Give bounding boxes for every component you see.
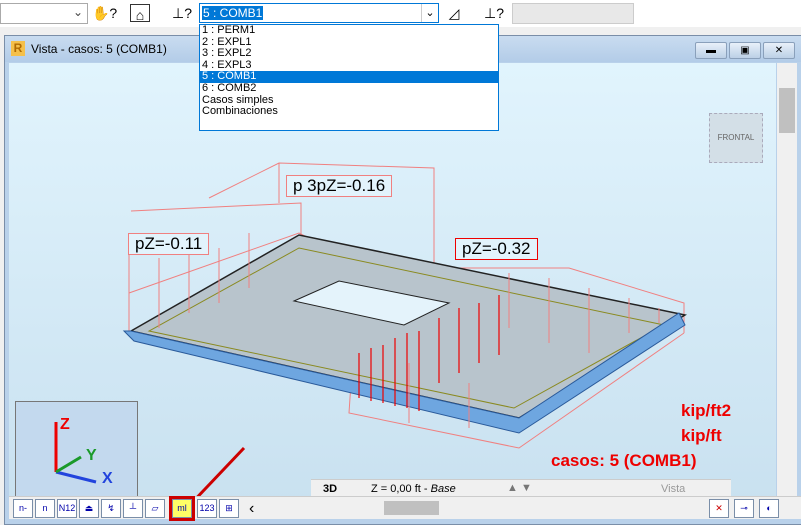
tab-3d[interactable]: 3D (323, 483, 337, 495)
tool-button[interactable]: n- (13, 499, 33, 518)
minimize-button[interactable]: ▬ (695, 42, 727, 59)
close-button[interactable]: ✕ (763, 42, 795, 59)
chevron-down-icon[interactable]: ⌄ (421, 4, 438, 22)
disable-icon[interactable]: ✕ (709, 499, 729, 518)
horizontal-scrollbar[interactable]: ‹› (249, 500, 719, 517)
vertical-scrollbar[interactable] (777, 63, 797, 503)
tool-button[interactable]: ↯ (101, 499, 121, 518)
link-icon[interactable]: ⊸ (734, 499, 754, 518)
case-select[interactable]: 5 : COMB1 ⌄ (199, 3, 439, 23)
combo-box[interactable]: ⌄ (0, 3, 88, 24)
bottom-toolbar: n- n N12 ⏏ ↯ ┴ ▱ ml 123 ⊞ ‹› ✕ ⊸ ◐ (9, 496, 801, 521)
view-icon[interactable]: ⌂ (130, 4, 150, 23)
load-label: p 3pZ=-0.16 (286, 175, 393, 197)
app-logo: R (11, 41, 25, 56)
window-title: Vista - casos: 5 (COMB1) (31, 42, 167, 56)
axes-indicator: Z Y X (15, 401, 138, 497)
area-load-unit: kip/ft2 (681, 401, 732, 420)
tool-button[interactable]: ┴ (123, 499, 143, 518)
tool-button[interactable]: ⊞ (219, 499, 239, 518)
chevron-down-icon: ⌄ (72, 5, 83, 19)
load-label: pZ=-0.11 (128, 233, 210, 255)
load-help2-icon[interactable]: ⊥? (482, 3, 506, 23)
scroll-up-button[interactable]: ▲ ▼ (507, 482, 532, 494)
maximize-button[interactable]: ▣ (729, 42, 761, 59)
list-item[interactable]: Combinaciones (200, 106, 498, 118)
tool-button[interactable]: ⏏ (79, 499, 99, 518)
view-cube[interactable]: FRONTAL (709, 113, 763, 163)
list-item[interactable]: 6 : COMB2 (200, 82, 498, 95)
disabled-combo (512, 3, 634, 24)
tool-button[interactable]: ▱ (145, 499, 165, 518)
tool-button[interactable]: 123 (197, 499, 217, 518)
load-help-icon[interactable]: ⊥? (170, 3, 194, 23)
tool-button-highlighted[interactable]: ml (169, 496, 195, 521)
render-icon[interactable]: ◐ (759, 499, 779, 518)
line-load-unit: kip/ft (681, 426, 722, 445)
list-item[interactable]: 1 : PERM1 (200, 24, 498, 37)
load-label: pZ=-0.32 (455, 238, 538, 260)
case-dropdown-list: 1 : PERM1 2 : EXPL1 3 : EXPL2 4 : EXPL3 … (199, 24, 499, 131)
load-chart-icon[interactable]: ◿ (442, 3, 466, 23)
cases-label: casos: 5 (COMB1) (551, 451, 697, 470)
tool-button[interactable]: N12 (57, 499, 77, 518)
x-axis-label: X (102, 470, 113, 487)
hand-help-icon[interactable]: ✋? (92, 3, 117, 23)
y-axis-label: Y (86, 447, 97, 464)
z-axis-label: Z (60, 416, 70, 433)
top-toolbar: ⌄ ✋? ⌂ ⊥? 5 : COMB1 ⌄ ◿ ⊥? (0, 0, 801, 27)
level-label: Z = 0,00 ft - Base (371, 483, 456, 495)
vista-tab[interactable]: Vista (661, 483, 685, 495)
tool-button[interactable]: n (35, 499, 55, 518)
